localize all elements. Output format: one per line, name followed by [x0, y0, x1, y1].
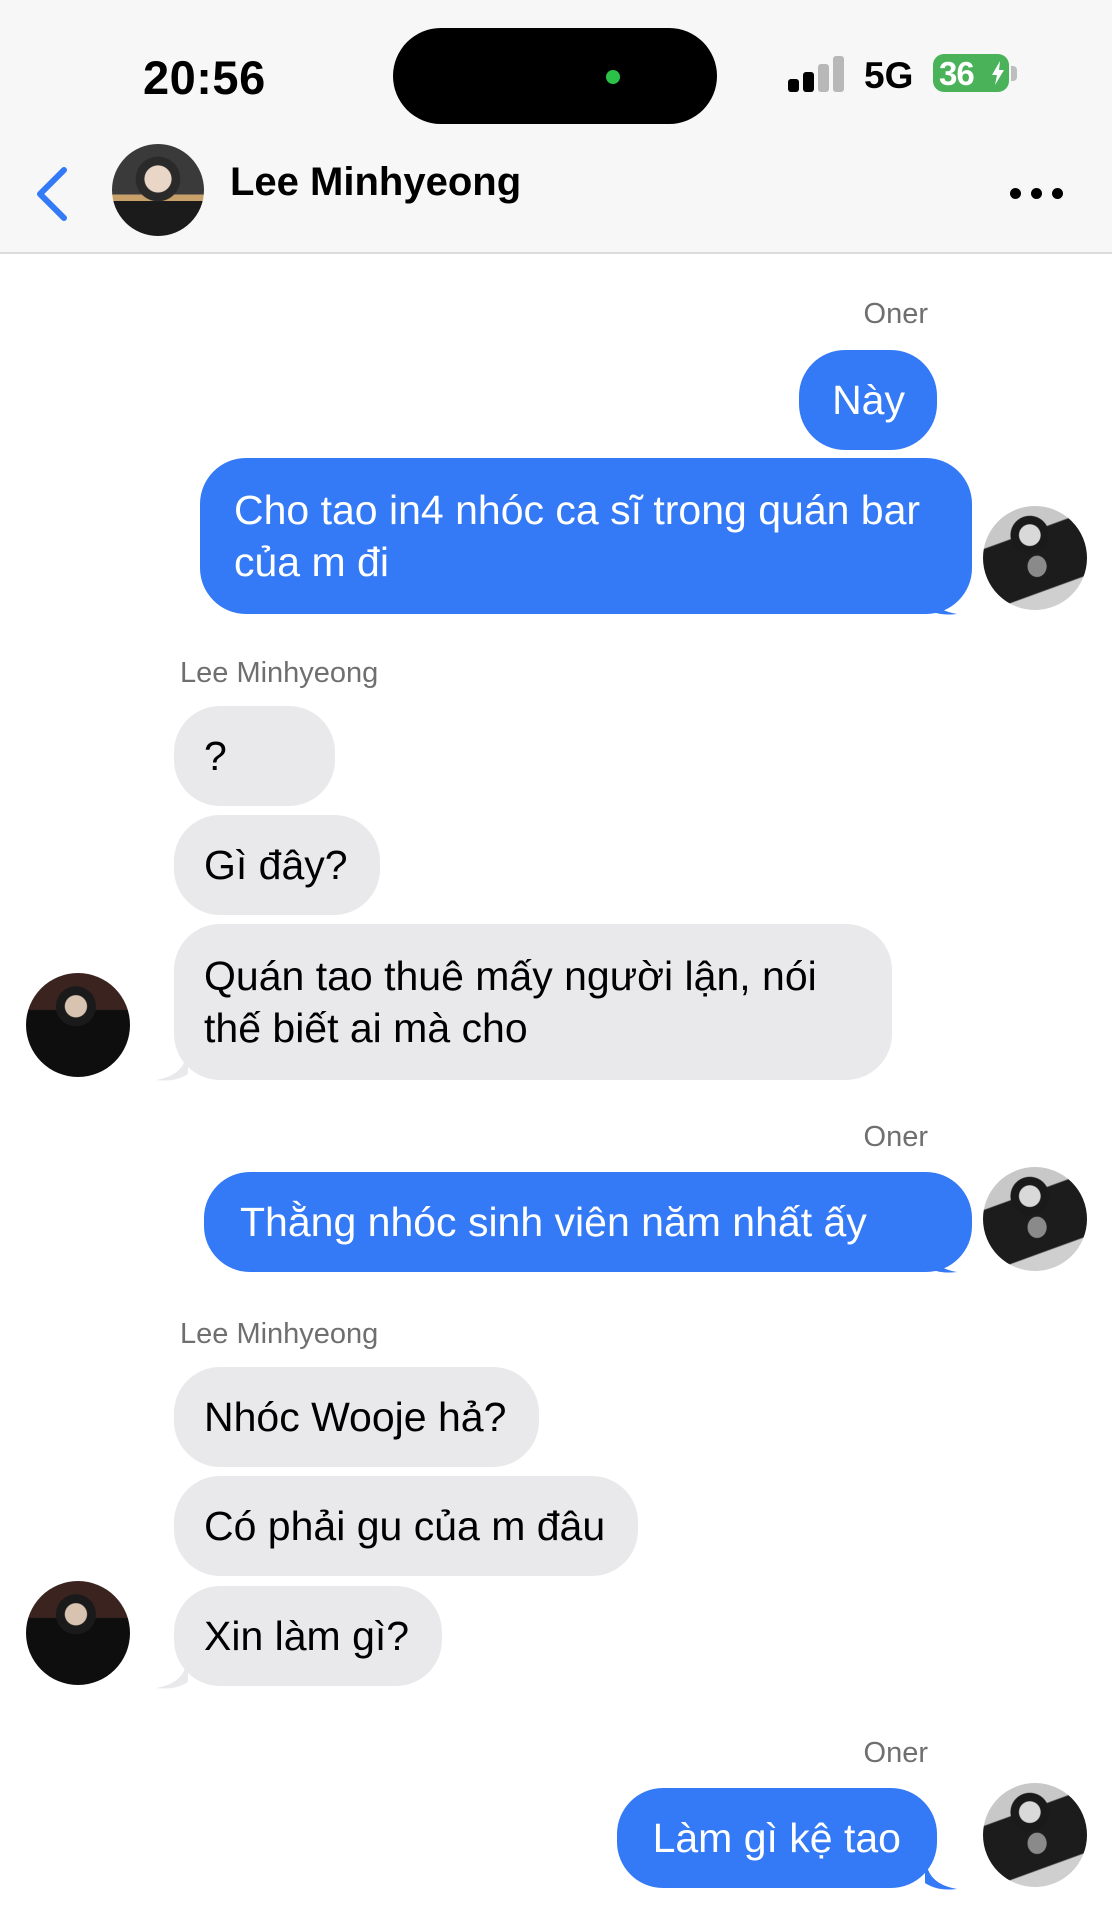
sender-name: Lee Minhyeong: [180, 1318, 379, 1350]
sender-avatar[interactable]: [983, 1783, 1087, 1887]
message-bubble-incoming[interactable]: Nhóc Wooje hả?: [174, 1367, 540, 1467]
message-bubble-outgoing[interactable]: Làm gì kệ tao: [616, 1788, 937, 1888]
contact-name[interactable]: Lee Minhyeong: [230, 160, 521, 205]
message-bubble-outgoing[interactable]: Này: [799, 350, 937, 450]
ellipsis-icon: [1010, 188, 1021, 199]
sender-avatar[interactable]: [983, 506, 1087, 610]
more-options-button[interactable]: [1010, 180, 1064, 204]
battery-icon: 36: [933, 54, 1009, 92]
sender-name: Oner: [863, 1737, 928, 1769]
dynamic-island: [393, 28, 717, 124]
message-bubble-incoming[interactable]: Gì đây?: [174, 815, 380, 915]
chevron-left-icon: [37, 167, 67, 221]
message-bubble-outgoing[interactable]: Cho tao in4 nhóc ca sĩ trong quán bar củ…: [200, 458, 972, 614]
contact-avatar[interactable]: [112, 144, 204, 236]
message-bubble-incoming[interactable]: ?: [174, 706, 335, 806]
charging-bolt-icon: [992, 61, 1004, 85]
battery-cap: [1011, 66, 1017, 81]
bubble-tail: [925, 582, 957, 615]
status-bar: 20:56 5G 36: [0, 0, 1112, 132]
sender-name: Oner: [863, 298, 928, 330]
message-bubble-incoming[interactable]: Quán tao thuê mấy người lận, nói thế biế…: [174, 924, 892, 1080]
battery-level: 36: [939, 55, 975, 92]
network-type: 5G: [864, 55, 914, 96]
message-bubble-incoming[interactable]: Có phải gu của m đâu: [174, 1476, 639, 1576]
sender-name: Lee Minhyeong: [180, 657, 379, 689]
sender-avatar[interactable]: [26, 973, 130, 1077]
status-time: 20:56: [143, 51, 266, 104]
bubble-tail: [925, 1240, 957, 1273]
cellular-signal-icon: [788, 56, 846, 92]
back-button[interactable]: [30, 164, 74, 224]
camera-indicator-dot: [606, 70, 620, 84]
message-bubble-incoming[interactable]: Xin làm gì?: [174, 1586, 443, 1686]
sender-name: Oner: [863, 1121, 928, 1153]
message-bubble-outgoing[interactable]: Thằng nhóc sinh viên năm nhất ấy: [204, 1172, 972, 1272]
sender-avatar[interactable]: [983, 1167, 1087, 1271]
bubble-tail: [156, 1656, 188, 1689]
bubble-tail: [156, 1048, 188, 1081]
sender-avatar[interactable]: [26, 1581, 130, 1685]
chat-header: Lee Minhyeong: [0, 132, 1112, 254]
bubble-tail: [925, 1857, 957, 1890]
